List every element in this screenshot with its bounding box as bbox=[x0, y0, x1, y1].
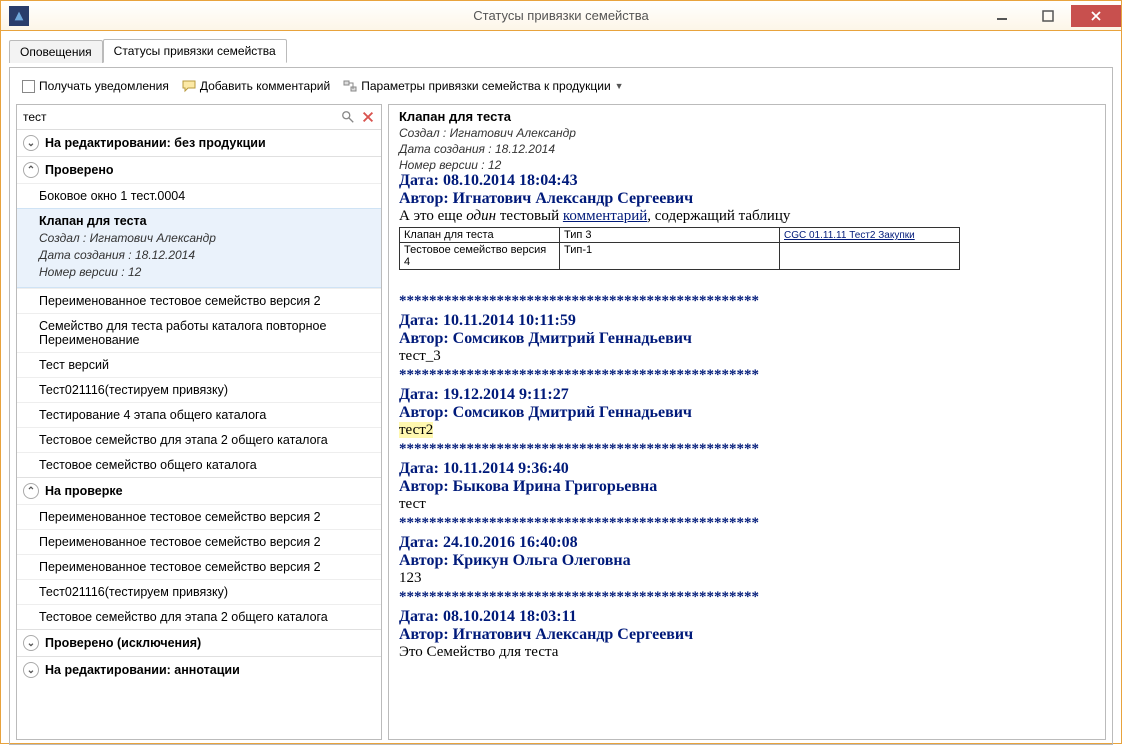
toolbar: Получать уведомления Добавить комментари… bbox=[16, 74, 1106, 98]
table-link[interactable]: CGC 01.11.11 Тест2 Закупки bbox=[784, 230, 915, 241]
list-item[interactable]: Боковое окно 1 тест.0004 bbox=[17, 183, 381, 208]
group-checked[interactable]: ⌃Проверено bbox=[17, 156, 381, 183]
maximize-button[interactable] bbox=[1025, 5, 1071, 27]
list-item-selected[interactable]: Клапан для теста Создал : Игнатович Алек… bbox=[17, 208, 381, 288]
list-item[interactable]: Переименованное тестовое семейство верси… bbox=[17, 504, 381, 529]
tab-strip: Оповещения Статусы привязки семейства bbox=[9, 37, 1113, 63]
separator-stars: ****************************************… bbox=[399, 515, 1095, 532]
clear-search-button[interactable] bbox=[359, 108, 377, 126]
list-item[interactable]: Тест021116(тестируем привязку) bbox=[17, 377, 381, 402]
tab-binding-statuses[interactable]: Статусы привязки семейства bbox=[103, 39, 287, 63]
entry-author: Автор: Сомсиков Дмитрий Геннадьевич bbox=[399, 404, 1095, 422]
table-row: Клапан для тестаТип 3CGC 01.11.11 Тест2 … bbox=[400, 228, 960, 243]
search-input[interactable] bbox=[21, 107, 337, 127]
list-item[interactable]: Тестовое семейство для этапа 2 общего ка… bbox=[17, 427, 381, 452]
window-title: Статусы привязки семейства bbox=[473, 8, 649, 23]
item-version: Номер версии : 12 bbox=[39, 265, 373, 279]
title-bar: Статусы привязки семейства bbox=[1, 1, 1121, 31]
chevron-up-icon: ⌃ bbox=[23, 162, 39, 178]
entry-date: Дата: 08.10.2014 18:03:11 bbox=[399, 608, 1095, 626]
list-item[interactable]: Тестовое семейство общего каталога bbox=[17, 452, 381, 477]
detail-panel[interactable]: Клапан для теста Создал : Игнатович Алек… bbox=[388, 104, 1106, 740]
left-panel: ⌄На редактировании: без продукции ⌃Прове… bbox=[16, 104, 382, 740]
detail-version: Номер версии : 12 bbox=[399, 158, 1095, 172]
entry-body: тест bbox=[399, 496, 1095, 513]
search-button[interactable] bbox=[339, 108, 357, 126]
binding-params-button[interactable]: Параметры привязки семейства к продукции… bbox=[338, 76, 627, 96]
comment-link[interactable]: комментарий bbox=[563, 208, 647, 224]
binding-params-icon bbox=[342, 78, 358, 94]
entry-date: Дата: 24.10.2016 16:40:08 bbox=[399, 534, 1095, 552]
close-button[interactable] bbox=[1071, 5, 1121, 27]
group-in-review[interactable]: ⌃На проверке bbox=[17, 477, 381, 504]
app-icon bbox=[9, 6, 29, 26]
list-item[interactable]: Тест021116(тестируем привязку) bbox=[17, 579, 381, 604]
entry-body: Это Семейство для теста bbox=[399, 644, 1095, 661]
entry-date: Дата: 10.11.2014 9:36:40 bbox=[399, 460, 1095, 478]
detail-created-by: Создал : Игнатович Александр bbox=[399, 126, 1095, 140]
entry-body: тест2 bbox=[399, 422, 1095, 439]
entry-body: 123 bbox=[399, 570, 1095, 587]
separator-stars: ****************************************… bbox=[399, 367, 1095, 384]
entry-date: Дата: 10.11.2014 10:11:59 bbox=[399, 312, 1095, 330]
entry-author: Автор: Игнатович Александр Сергеевич bbox=[399, 626, 1095, 644]
chevron-up-icon: ⌃ bbox=[23, 483, 39, 499]
separator-stars: ****************************************… bbox=[399, 441, 1095, 458]
entry-author: Автор: Сомсиков Дмитрий Геннадьевич bbox=[399, 330, 1095, 348]
item-created-by: Создал : Игнатович Александр bbox=[39, 231, 373, 245]
separator-stars: ****************************************… bbox=[399, 293, 1095, 310]
group-editing-annotations[interactable]: ⌄На редактировании: аннотации bbox=[17, 656, 381, 683]
notify-label: Получать уведомления bbox=[39, 79, 169, 93]
checkbox-icon bbox=[22, 80, 35, 93]
notify-checkbox[interactable]: Получать уведомления bbox=[18, 77, 173, 95]
entry-body: тест_3 bbox=[399, 348, 1095, 365]
entry-author: Автор: Быкова Ирина Григорьевна bbox=[399, 478, 1095, 496]
list-item[interactable]: Тестирование 4 этапа общего каталога bbox=[17, 402, 381, 427]
family-tree[interactable]: ⌄На редактировании: без продукции ⌃Прове… bbox=[17, 130, 381, 739]
chevron-down-icon: ⌄ bbox=[23, 135, 39, 151]
comment-icon bbox=[181, 78, 197, 94]
list-item[interactable]: Переименованное тестовое семейство верси… bbox=[17, 554, 381, 579]
list-item[interactable]: Семейство для теста работы каталога повт… bbox=[17, 313, 381, 352]
add-comment-button[interactable]: Добавить комментарий bbox=[177, 76, 334, 96]
detail-created-date: Дата создания : 18.12.2014 bbox=[399, 142, 1095, 156]
chevron-down-icon: ▼ bbox=[615, 81, 624, 91]
minimize-button[interactable] bbox=[979, 5, 1025, 27]
separator-stars: ****************************************… bbox=[399, 589, 1095, 606]
item-created-date: Дата создания : 18.12.2014 bbox=[39, 248, 373, 262]
table-row: Тестовое семейство версия 4Тип-1 bbox=[400, 243, 960, 270]
tab-notifications[interactable]: Оповещения bbox=[9, 40, 103, 63]
entry-date: Дата: 08.10.2014 18:04:43 bbox=[399, 172, 1095, 190]
item-title: Клапан для теста bbox=[39, 214, 373, 228]
group-editing-no-product[interactable]: ⌄На редактировании: без продукции bbox=[17, 130, 381, 156]
entry-author: Автор: Крикун Ольга Олеговна bbox=[399, 552, 1095, 570]
chevron-down-icon: ⌄ bbox=[23, 635, 39, 651]
list-item[interactable]: Переименованное тестовое семейство верси… bbox=[17, 529, 381, 554]
group-checked-exceptions[interactable]: ⌄Проверено (исключения) bbox=[17, 629, 381, 656]
list-item[interactable]: Переименованное тестовое семейство верси… bbox=[17, 288, 381, 313]
add-comment-label: Добавить комментарий bbox=[200, 79, 330, 93]
list-item[interactable]: Тест версий bbox=[17, 352, 381, 377]
chevron-down-icon: ⌄ bbox=[23, 662, 39, 678]
list-item[interactable]: Тестовое семейство для этапа 2 общего ка… bbox=[17, 604, 381, 629]
entry-author: Автор: Игнатович Александр Сергеевич bbox=[399, 190, 1095, 208]
entry-date: Дата: 19.12.2014 9:11:27 bbox=[399, 386, 1095, 404]
binding-params-label: Параметры привязки семейства к продукции bbox=[361, 79, 610, 93]
detail-title: Клапан для теста bbox=[399, 109, 1095, 124]
entry-body: А это еще один тестовый комментарий, сод… bbox=[399, 208, 1095, 225]
comment-table: Клапан для тестаТип 3CGC 01.11.11 Тест2 … bbox=[399, 227, 960, 270]
